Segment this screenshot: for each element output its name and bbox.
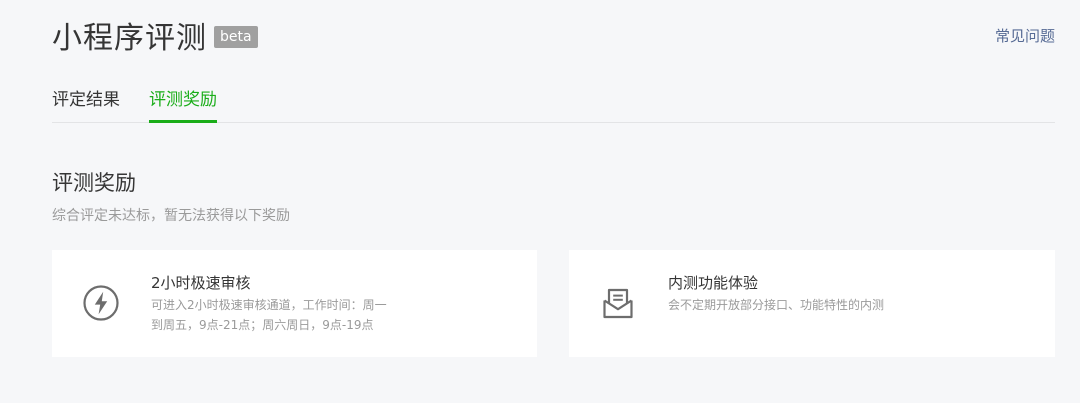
tab-evaluation-result[interactable]: 评定结果 [52, 86, 120, 114]
reward-description: 会不定期开放部分接口、功能特性的内测 [668, 295, 938, 315]
reward-title: 内测功能体验 [668, 274, 759, 292]
reward-description: 可进入2小时极速审核通道，工作时间：周一 到周五，9点-21点；周六周日，9点-… [151, 295, 421, 335]
lightning-icon [83, 285, 119, 321]
page-title: 小程序评测 [52, 21, 207, 56]
faq-link[interactable]: 常见问题 [995, 24, 1055, 48]
reward-description-line: 到周五，9点-21点；周六周日，9点-19点 [151, 318, 374, 332]
section-title: 评测奖励 [52, 171, 136, 195]
reward-description-line: 可进入2小时极速审核通道，工作时间：周一 [151, 298, 387, 312]
section-subtitle: 综合评定未达标，暂无法获得以下奖励 [52, 208, 290, 224]
reward-title: 2小时极速审核 [151, 274, 251, 292]
reward-description-line: 会不定期开放部分接口、功能特性的内测 [668, 298, 885, 312]
tab-bar: 评定结果 评测奖励 [52, 86, 1055, 123]
tab-evaluation-reward[interactable]: 评测奖励 [149, 86, 217, 123]
reward-card-fast-review: 2小时极速审核 可进入2小时极速审核通道，工作时间：周一 到周五，9点-21点；… [52, 250, 537, 357]
reward-card-beta-features: 内测功能体验 会不定期开放部分接口、功能特性的内测 [569, 250, 1055, 357]
beta-badge: beta [214, 26, 258, 48]
envelope-icon [603, 288, 633, 319]
page-header: 小程序评测 beta 常见问题 [52, 18, 1055, 60]
